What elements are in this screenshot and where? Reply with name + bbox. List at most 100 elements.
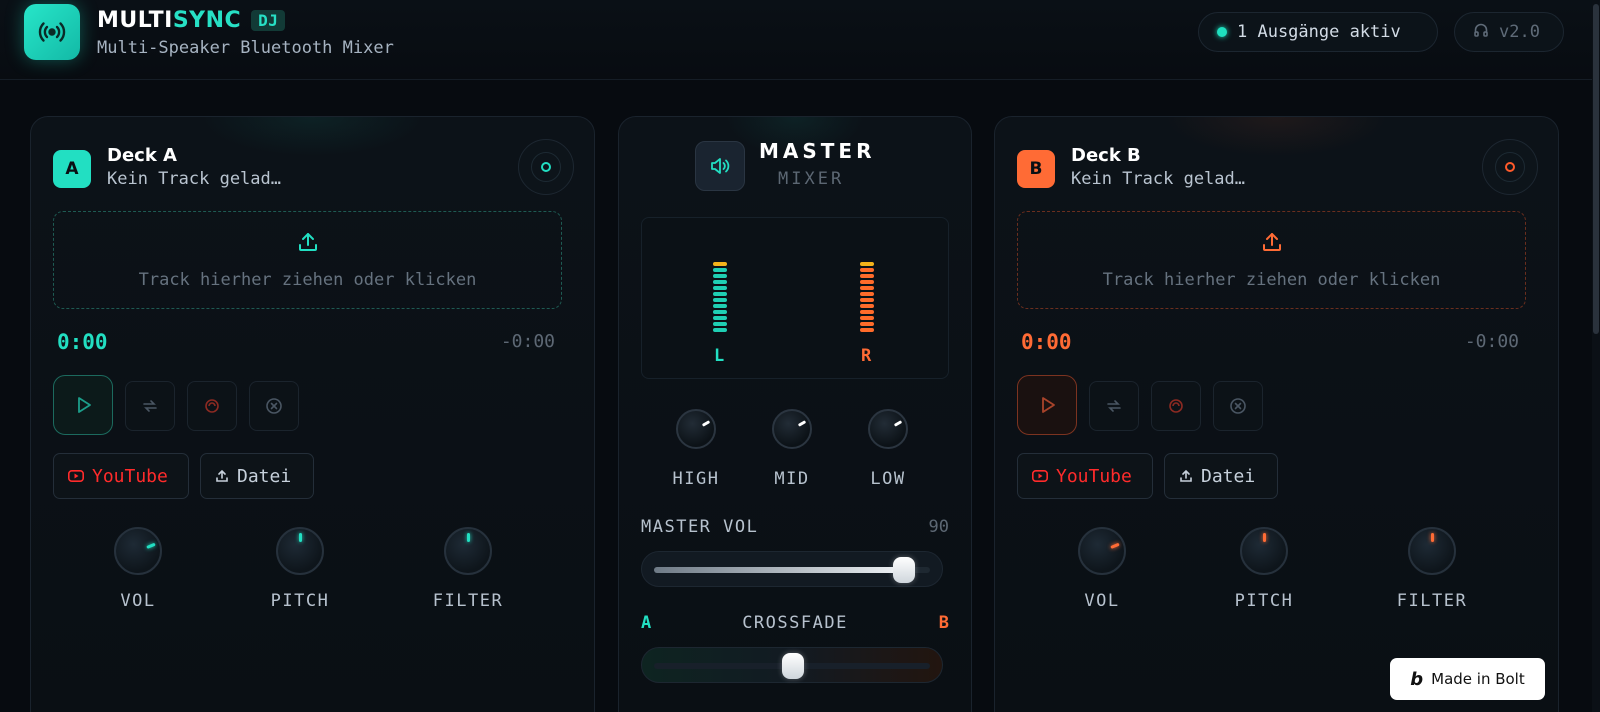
deck-b-pitch-knob[interactable] [1240,527,1288,575]
deck-a-dropzone[interactable]: Track hierher ziehen oder klicken [53,211,562,309]
deck-a-youtube-label: YouTube [92,465,168,487]
vu-meter-right [860,262,874,334]
page-scrollbar[interactable] [1592,0,1600,712]
deck-a-filter-knob[interactable] [444,527,492,575]
eq-high-control[interactable]: HIGH [656,409,736,489]
deck-b-time-remaining: -0:00 [1464,331,1519,352]
deck-b-pitch-control[interactable]: PITCH [1219,527,1309,611]
deck-a-eject-button[interactable] [249,381,299,431]
sync-disc-icon [205,399,219,413]
app-header: MULTI SYNC DJ Multi-Speaker Bluetooth Mi… [0,0,1600,80]
deck-a-filter-control[interactable]: FILTER [423,527,513,611]
youtube-icon [1032,470,1048,482]
deck-a-vol-control[interactable]: VOL [93,527,183,611]
deck-b-youtube-label: YouTube [1056,465,1132,487]
deck-a-track-name: Kein Track gelad… [107,169,281,189]
vu-segment [713,286,727,290]
knob-indicator [701,420,711,427]
app-subtitle: Multi-Speaker Bluetooth Mixer [97,38,394,58]
bolt-label: Made in Bolt [1431,670,1525,688]
deck-a-pitch-knob[interactable] [276,527,324,575]
eq-low-knob[interactable] [868,409,908,449]
deck-a-file-button[interactable]: Datei [200,453,314,499]
vu-segment [860,322,874,326]
deck-a-disc-icon[interactable] [518,139,574,195]
scrollbar-thumb[interactable] [1593,4,1599,334]
crossfade-slider[interactable] [641,647,943,683]
vu-segment [860,268,874,272]
vu-segment [713,298,727,302]
knob-indicator [893,420,903,427]
knob-indicator [1110,542,1120,549]
brand-main: MULTI [97,7,173,33]
deck-a-sync-button[interactable] [187,381,237,431]
deck-b-title: Deck B [1071,145,1141,166]
close-circle-icon [266,398,282,414]
deck-a-pitch-control[interactable]: PITCH [255,527,345,611]
deck-a-pitch-label: PITCH [270,591,330,611]
deck-b-loop-button[interactable] [1089,381,1139,431]
deck-a-vol-knob[interactable] [114,527,162,575]
eq-low-control[interactable]: LOW [848,409,928,489]
deck-b-filter-control[interactable]: FILTER [1387,527,1477,611]
vu-left-label: L [714,346,725,366]
upload-icon [296,230,320,258]
deck-b-dropzone[interactable]: Track hierher ziehen oder klicken [1017,211,1526,309]
vu-segment [860,286,874,290]
master-volume-value: 90 [928,517,949,537]
deck-b-drop-text: Track hierher ziehen oder klicken [1102,270,1441,290]
deck-a-play-button[interactable] [53,375,113,435]
upload-small-icon [1180,469,1192,482]
vu-segment [860,316,874,320]
deck-b-file-button[interactable]: Datei [1164,453,1278,499]
version-text: v2.0 [1499,22,1540,42]
deck-b-eject-button[interactable] [1213,381,1263,431]
vu-segment [713,328,727,332]
vu-segment [860,280,874,284]
deck-a-youtube-button[interactable]: YouTube [53,453,189,499]
knob-indicator [146,542,156,549]
deck-b-disc-icon[interactable] [1482,139,1538,195]
outputs-status-text: 1 Ausgänge aktiv [1237,22,1401,42]
deck-a-vol-label: VOL [120,591,156,611]
deck-b-play-button[interactable] [1017,375,1077,435]
deck-a-badge: A [53,150,91,188]
master-volume-slider[interactable] [641,551,943,587]
vu-segment [860,328,874,332]
master-volume-thumb[interactable] [893,557,916,583]
vu-segment [860,292,874,296]
deck-b-sync-button[interactable] [1151,381,1201,431]
deck-a-file-label: Datei [237,465,292,487]
deck-a-drop-text: Track hierher ziehen oder klicken [138,270,477,290]
status-dot-icon [1217,27,1227,37]
vu-segment [713,268,727,272]
deck-a-time-current: 0:00 [57,330,108,354]
deck-b-pitch-label: PITCH [1234,591,1294,611]
vu-segment [713,274,727,278]
deck-b-vol-knob[interactable] [1078,527,1126,575]
brand-tag: DJ [251,9,286,31]
eq-mid-knob[interactable] [772,409,812,449]
deck-a-loop-button[interactable] [125,381,175,431]
crossfade-thumb[interactable] [782,653,804,679]
vu-segment [860,310,874,314]
version-pill[interactable]: v2.0 [1454,12,1564,52]
vu-segment [860,262,874,266]
eq-high-knob[interactable] [676,409,716,449]
vu-segment [860,304,874,308]
outputs-status-pill[interactable]: 1 Ausgänge aktiv [1198,12,1438,52]
loop-icon [1107,400,1121,412]
eq-mid-control[interactable]: MID [752,409,832,489]
master-subtitle: MIXER [778,169,845,189]
deck-a-panel: A Deck A Kein Track gelad… Track hierher… [30,116,595,712]
vu-segment [713,292,727,296]
master-mixer-panel: MASTER MIXER L R HIGH MID LOW MASTER VOL… [618,116,972,712]
made-in-bolt-badge[interactable]: b Made in Bolt [1390,658,1545,700]
deck-b-vol-control[interactable]: VOL [1057,527,1147,611]
youtube-icon [68,470,84,482]
deck-b-youtube-button[interactable]: YouTube [1017,453,1153,499]
speaker-icon[interactable] [695,141,745,191]
vu-segment [860,274,874,278]
deck-b-filter-knob[interactable] [1408,527,1456,575]
knob-indicator [1263,533,1266,542]
